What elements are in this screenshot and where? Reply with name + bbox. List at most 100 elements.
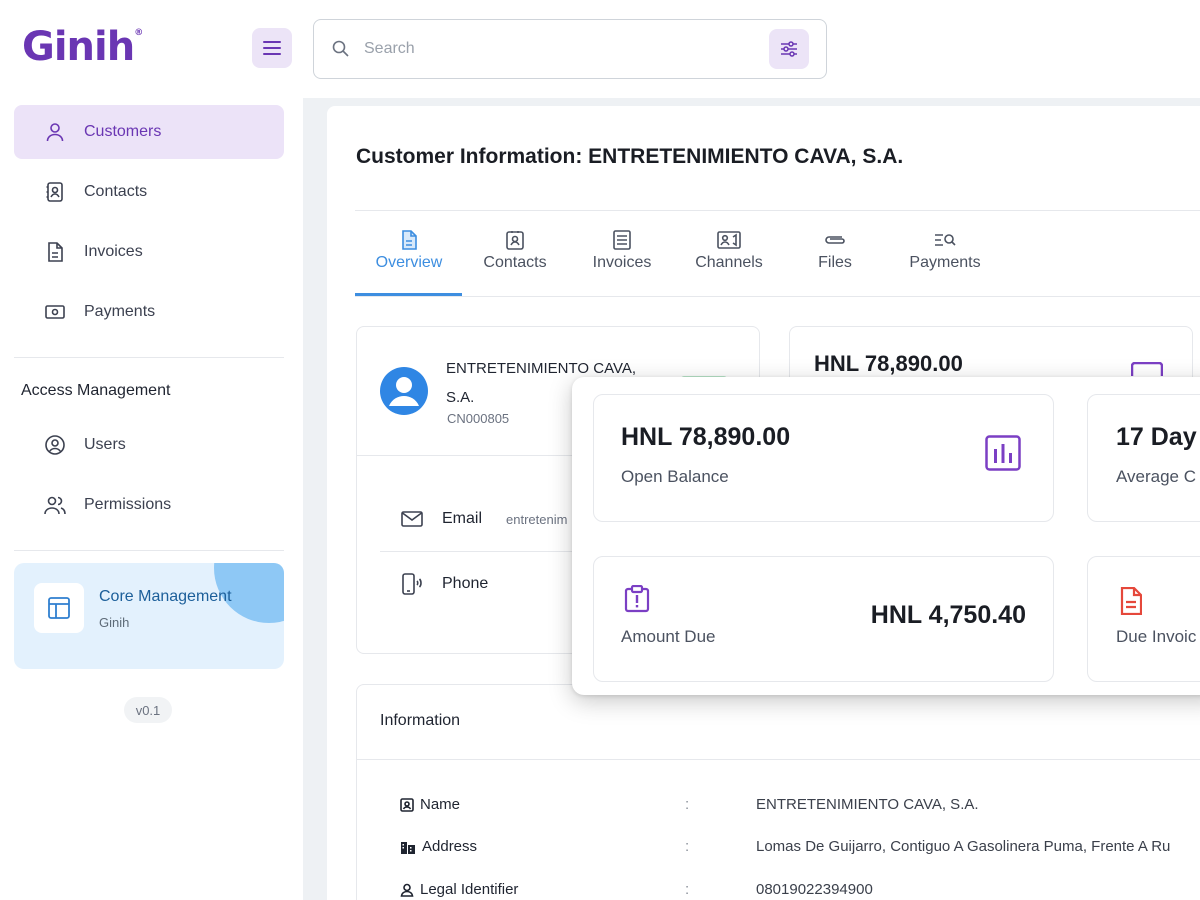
list-icon [584,226,660,254]
amount-due-value: HNL 4,750.40 [870,601,1026,629]
contact-card-icon [44,181,66,203]
due-invoices-card[interactable]: Due Invoic [1087,556,1200,682]
information-card [356,684,1200,900]
info-key: Legal Identifier [400,881,518,898]
average-days-label: Average C [1116,467,1197,486]
document-icon [362,226,456,254]
phone-row: Phone [400,573,512,595]
sidebar-item-invoices[interactable]: Invoices [14,225,284,279]
balance-peek-value: HNL 78,890.00 [814,351,963,376]
invoice-icon [1120,587,1142,615]
app-logo[interactable]: Ginih® [22,24,143,70]
search-bar [313,19,827,79]
stats-overlay-panel: HNL 78,890.00 Open Balance 17 Day Averag… [572,377,1200,695]
tabs-divider [355,296,1200,297]
tab-label: Contacts [483,254,547,271]
sidebar-divider [14,550,284,551]
tab-files[interactable]: Files [806,226,864,296]
id-badge-icon [400,797,414,812]
tab-overview[interactable]: Overview [362,226,456,296]
mail-icon [400,511,424,527]
average-days-card[interactable]: 17 Day Average C [1087,394,1200,522]
sidebar-item-label: Contacts [84,183,148,200]
logo-text: Ginih [22,24,135,70]
email-value[interactable]: entretenim [506,512,567,527]
customer-code: CN000805 [447,411,510,426]
search-list-icon [900,226,990,254]
tab-label: Invoices [592,254,652,271]
core-management-card[interactable]: Core Management Ginih [14,563,284,669]
info-key-label: Address [422,838,478,855]
info-row-legal-identifier: Legal Identifier : 08019022394900 [400,881,1200,900]
person-icon [400,883,414,897]
sidebar-item-label: Customers [84,123,162,140]
menu-toggle-button[interactable] [252,28,292,68]
core-icon-box [34,583,84,633]
open-balance-label: Open Balance [621,467,729,486]
info-separator: : [685,796,690,813]
sidebar-item-label: Users [84,436,126,453]
core-management-title: Core Management [99,588,232,605]
sidebar-item-permissions[interactable]: Permissions [14,478,284,532]
email-label: Email [442,510,483,527]
version-badge: v0.1 [124,697,172,723]
users-icon [44,494,66,516]
info-key-label: Name [420,796,461,813]
tab-label: Files [818,254,852,271]
info-value: 08019022394900 [756,881,873,898]
money-icon [44,301,66,323]
sidebar-item-label: Invoices [84,243,143,260]
open-balance-card[interactable]: HNL 78,890.00 Open Balance [593,394,1054,522]
sidebar-item-payments[interactable]: Payments [14,285,284,339]
info-value: Lomas De Guijarro, Contiguo A Gasolinera… [756,838,1171,855]
open-balance-value: HNL 78,890.00 [621,423,791,451]
info-key: Name [400,796,460,813]
email-row: Email entretenim [400,510,567,528]
average-days-value: 17 Day [1116,423,1197,451]
phone-label: Phone [442,575,489,592]
info-separator: : [685,881,690,898]
building-icon [401,841,415,854]
sidebar-item-users[interactable]: Users [14,418,284,472]
tab-invoices[interactable]: Invoices [584,226,660,296]
tab-label: Payments [909,254,981,271]
tab-contacts[interactable]: Contacts [474,226,556,296]
core-management-subtitle: Ginih [99,615,130,630]
contact-divider [380,551,580,552]
bar-chart-icon [1131,362,1163,376]
sidebar-item-label: Payments [84,303,156,320]
search-icon [332,40,349,57]
sidebar-item-contacts[interactable]: Contacts [14,165,284,219]
info-value: ENTRETENIMIENTO CAVA, S.A. [756,796,979,813]
contact-card-icon [474,226,556,254]
info-key: Address [400,838,477,855]
title-divider [355,210,1200,211]
logo-mark: ® [134,28,143,38]
search-input[interactable] [364,36,744,62]
amount-due-label: Amount Due [621,627,716,646]
information-divider [357,759,1200,760]
due-invoices-label: Due Invoic [1116,627,1197,646]
sidebar-divider [14,357,284,358]
document-icon [44,241,66,263]
access-management-heading: Access Management [21,382,171,399]
info-row-address: Address : Lomas De Guijarro, Contiguo A … [400,838,1200,860]
page-title: Customer Information: ENTRETENIMIENTO CA… [356,145,904,168]
info-row-name: Name : ENTRETENIMIENTO CAVA, S.A. [400,796,1200,818]
tab-payments[interactable]: Payments [900,226,990,296]
tab-label: Overview [375,254,443,271]
user-circle-icon [44,434,66,456]
avatar [380,367,428,415]
sidebar-item-label: Permissions [84,496,172,513]
sidebar-item-customers[interactable]: Customers [14,105,284,159]
paperclip-icon [806,226,864,254]
hamburger-icon [263,41,281,55]
filter-button[interactable] [769,29,809,69]
sidebar: Ginih® Customers Contacts Invoices Payme… [0,0,302,900]
amount-due-card[interactable]: Amount Due HNL 4,750.40 [593,556,1054,682]
bar-chart-icon [985,435,1021,471]
information-title: Information [380,712,461,729]
info-separator: : [685,838,690,855]
sliders-icon [781,41,797,57]
tab-channels[interactable]: Channels [688,226,770,296]
